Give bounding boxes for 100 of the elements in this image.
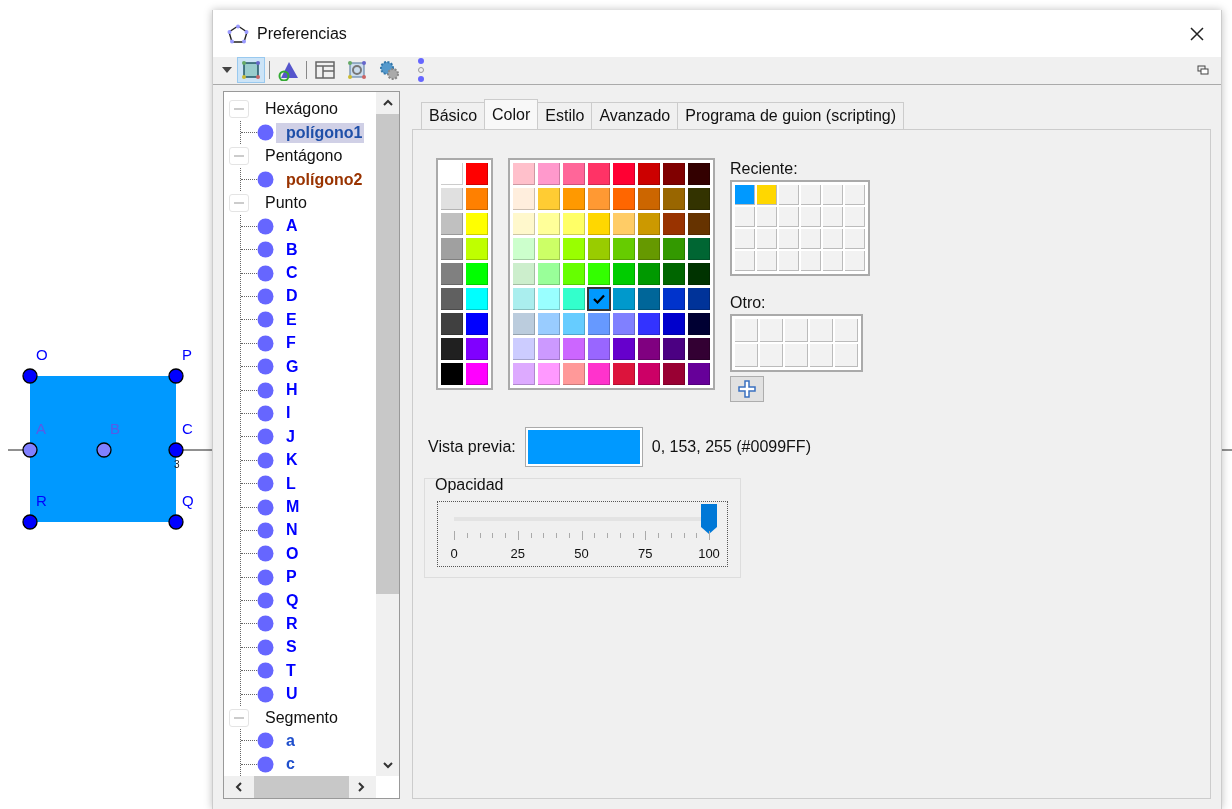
tab[interactable]: Color: [484, 98, 539, 129]
horizontal-scrollbar[interactable]: [224, 776, 376, 798]
color-swatch[interactable]: [513, 162, 535, 185]
color-swatch[interactable]: [688, 162, 710, 185]
color-swatch[interactable]: [441, 262, 463, 285]
color-swatch[interactable]: [613, 262, 635, 285]
color-swatch[interactable]: [466, 237, 488, 260]
color-swatch[interactable]: [688, 262, 710, 285]
color-swatch[interactable]: [588, 212, 610, 235]
color-swatch[interactable]: [613, 187, 635, 210]
tree-item[interactable]: J: [276, 426, 297, 447]
color-swatch[interactable]: [513, 237, 535, 260]
color-swatch[interactable]: [513, 312, 535, 335]
color-swatch[interactable]: [441, 312, 463, 335]
tree-item[interactable]: D: [276, 286, 300, 307]
collapse-toggle[interactable]: [229, 708, 249, 727]
tree-item[interactable]: polígono1: [276, 122, 365, 143]
color-swatch[interactable]: [441, 337, 463, 360]
color-swatch[interactable]: [466, 262, 488, 285]
tree-group[interactable]: Pentágono: [265, 147, 343, 166]
color-swatch[interactable]: [563, 262, 585, 285]
close-icon[interactable]: [1189, 25, 1205, 42]
color-swatch[interactable]: [663, 237, 685, 260]
color-swatch[interactable]: [563, 312, 585, 335]
color-swatch[interactable]: [663, 287, 685, 310]
tree-item[interactable]: S: [276, 637, 299, 658]
color-swatch[interactable]: [688, 362, 710, 385]
color-swatch[interactable]: [441, 162, 463, 185]
color-swatch[interactable]: [688, 337, 710, 360]
vertical-scrollbar[interactable]: [376, 91, 399, 776]
color-swatch[interactable]: [538, 187, 560, 210]
color-swatch[interactable]: [563, 187, 585, 210]
color-swatch[interactable]: [735, 184, 755, 205]
color-swatch[interactable]: [538, 312, 560, 335]
color-swatch[interactable]: [588, 287, 610, 310]
tree-item[interactable]: A: [276, 216, 300, 237]
color-swatch[interactable]: [513, 212, 535, 235]
add-color-button[interactable]: [730, 375, 764, 402]
tree-item[interactable]: E: [276, 309, 299, 330]
color-swatch[interactable]: [663, 312, 685, 335]
color-swatch[interactable]: [538, 162, 560, 185]
color-swatch[interactable]: [466, 362, 488, 385]
color-swatch[interactable]: [613, 312, 635, 335]
color-swatch[interactable]: [538, 262, 560, 285]
color-swatch[interactable]: [563, 362, 585, 385]
color-swatch[interactable]: [513, 362, 535, 385]
toolbar-button[interactable]: [237, 57, 265, 84]
color-swatch[interactable]: [638, 262, 660, 285]
color-swatch[interactable]: [638, 362, 660, 385]
color-swatch[interactable]: [663, 362, 685, 385]
color-swatch[interactable]: [466, 287, 488, 310]
color-swatch[interactable]: [563, 337, 585, 360]
color-swatch[interactable]: [563, 237, 585, 260]
point[interactable]: [168, 368, 184, 384]
tree-item[interactable]: c: [276, 754, 297, 775]
color-swatch[interactable]: [613, 362, 635, 385]
color-swatch[interactable]: [441, 287, 463, 310]
color-swatch[interactable]: [613, 162, 635, 185]
color-swatch[interactable]: [513, 187, 535, 210]
point[interactable]: [22, 442, 38, 458]
tree-item[interactable]: P: [276, 567, 299, 588]
tree-item[interactable]: C: [276, 263, 300, 284]
tree-item[interactable]: Q: [276, 590, 301, 611]
tree-item[interactable]: K: [276, 450, 300, 471]
color-swatch[interactable]: [613, 212, 635, 235]
color-swatch[interactable]: [688, 187, 710, 210]
color-swatch[interactable]: [466, 312, 488, 335]
color-swatch[interactable]: [588, 187, 610, 210]
color-swatch[interactable]: [688, 237, 710, 260]
color-swatch[interactable]: [563, 287, 585, 310]
point[interactable]: [22, 368, 38, 384]
color-swatch[interactable]: [563, 162, 585, 185]
collapse-toggle[interactable]: [229, 100, 249, 119]
color-swatch[interactable]: [513, 287, 535, 310]
tree-item[interactable]: H: [276, 380, 300, 401]
color-swatch[interactable]: [466, 212, 488, 235]
color-swatch[interactable]: [538, 287, 560, 310]
tree-item[interactable]: T: [276, 660, 298, 681]
tree-group[interactable]: Punto: [265, 193, 307, 212]
tree-item[interactable]: G: [276, 356, 301, 377]
color-swatch[interactable]: [538, 212, 560, 235]
color-swatch[interactable]: [441, 237, 463, 260]
color-swatch[interactable]: [638, 162, 660, 185]
color-swatch[interactable]: [663, 262, 685, 285]
point[interactable]: [96, 442, 112, 458]
tree-item[interactable]: I: [276, 403, 293, 424]
color-swatch[interactable]: [588, 237, 610, 260]
color-swatch[interactable]: [441, 187, 463, 210]
color-swatch[interactable]: [663, 212, 685, 235]
color-swatch[interactable]: [588, 312, 610, 335]
collapse-toggle[interactable]: [229, 147, 249, 166]
color-swatch[interactable]: [588, 337, 610, 360]
color-swatch[interactable]: [638, 187, 660, 210]
color-swatch[interactable]: [663, 337, 685, 360]
color-swatch[interactable]: [588, 162, 610, 185]
color-swatch[interactable]: [466, 187, 488, 210]
color-swatch[interactable]: [441, 212, 463, 235]
dropdown-icon[interactable]: [221, 66, 233, 75]
color-swatch[interactable]: [638, 212, 660, 235]
color-swatch[interactable]: [663, 187, 685, 210]
